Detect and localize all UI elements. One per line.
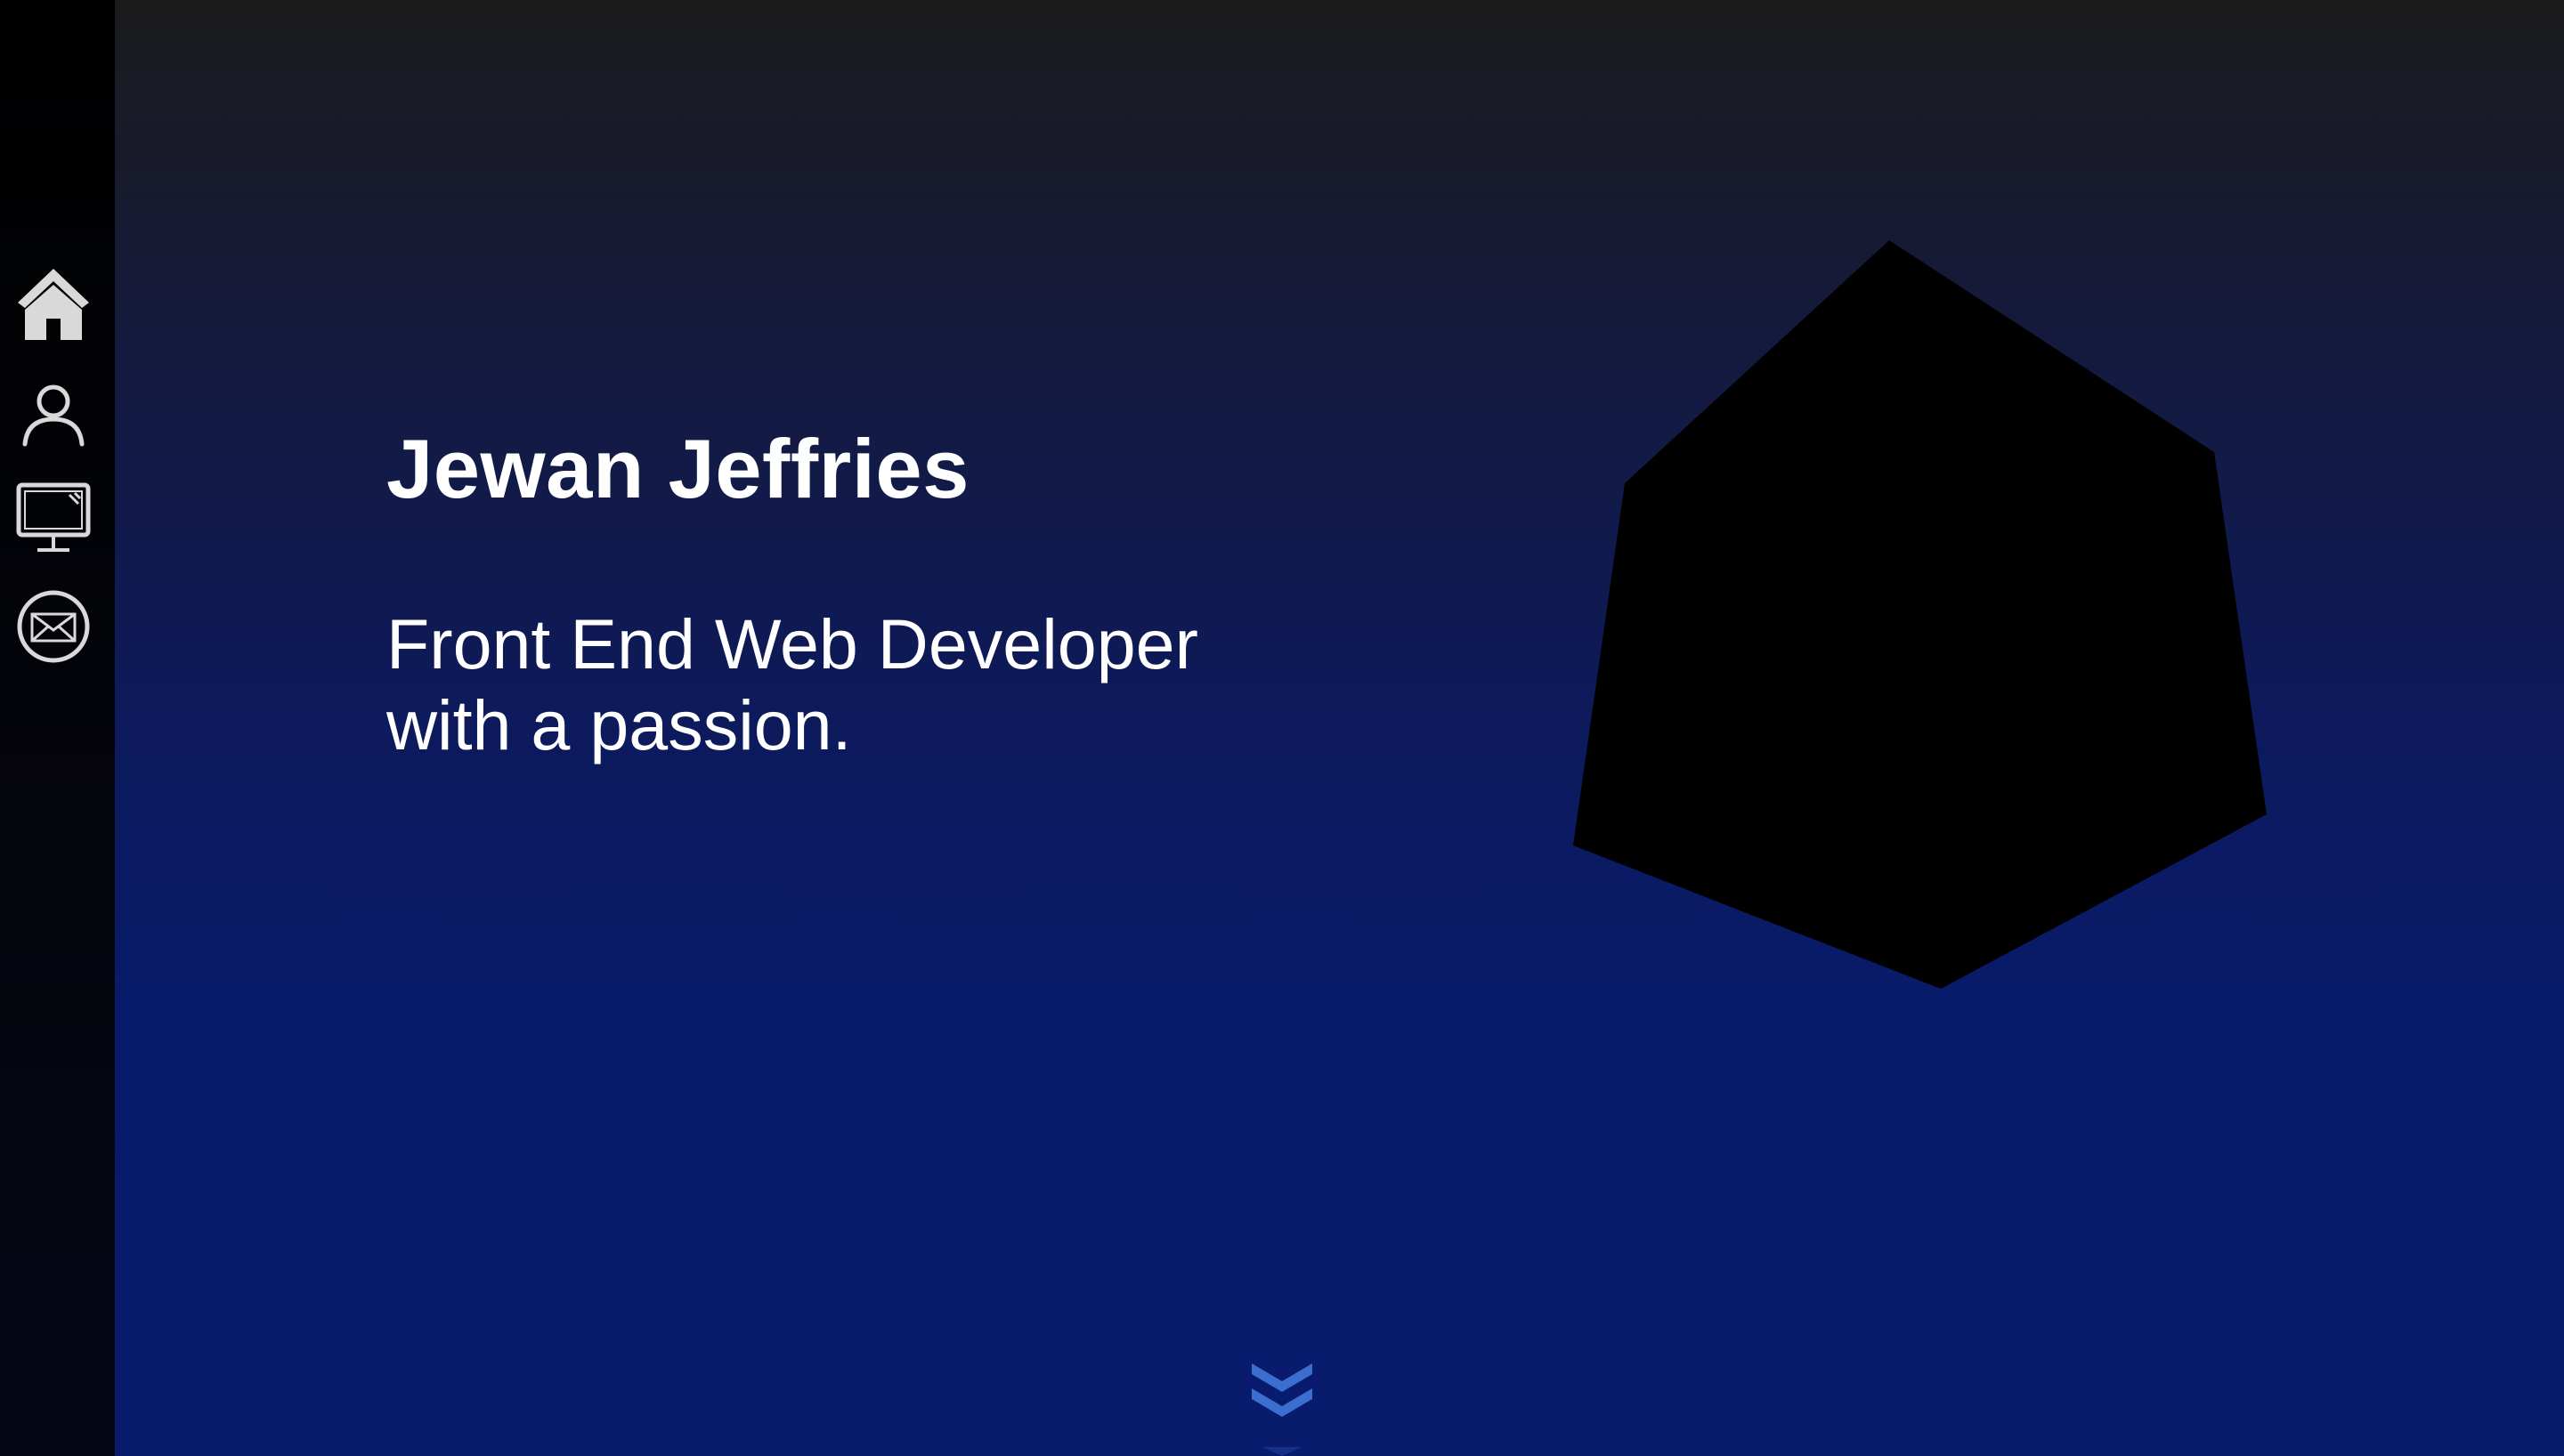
hero-section: Jewan Jeffries Front End Web Developer w… [386, 427, 1277, 765]
user-icon [22, 384, 85, 447]
sidebar-nav [0, 0, 115, 1456]
nav-item-contact[interactable] [14, 587, 93, 666]
hero-tagline: Front End Web Developer with a passion. [386, 604, 1198, 764]
hexagon-shape [1573, 240, 2267, 989]
scroll-down-button[interactable] [1246, 1360, 1318, 1456]
nav-item-portfolio[interactable] [14, 479, 93, 557]
monitor-icon [16, 482, 91, 552]
hero-name: Jewan Jeffries [386, 422, 970, 515]
home-icon [18, 269, 89, 340]
nav-item-home[interactable] [14, 264, 93, 343]
mail-icon [17, 590, 90, 663]
nav-item-about[interactable] [14, 375, 93, 453]
double-chevron-down-icon [1252, 1363, 1312, 1456]
